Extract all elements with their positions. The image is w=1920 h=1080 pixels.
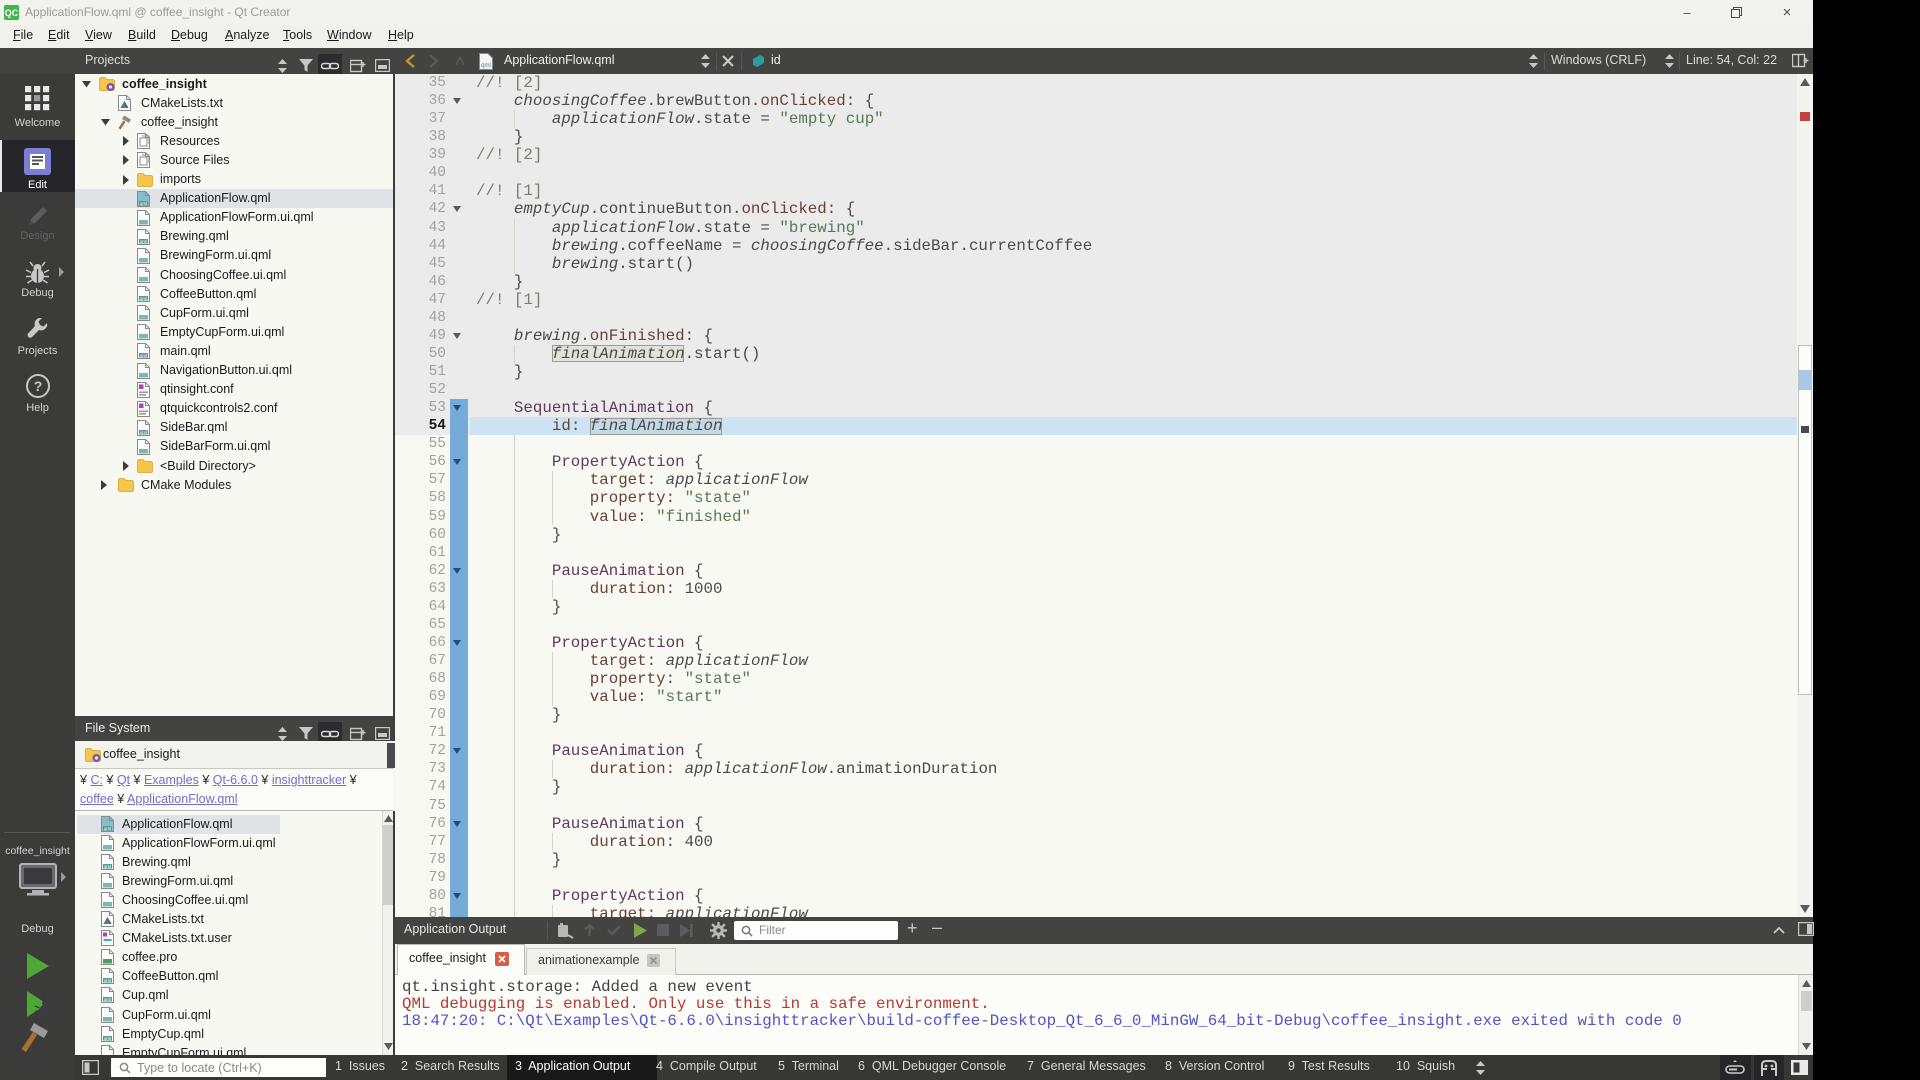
svg-text:qml: qml (104, 997, 111, 1002)
svg-text:qml: qml (104, 978, 111, 983)
svg-text:qml: qml (140, 239, 147, 244)
svg-text:?: ? (34, 378, 43, 394)
svg-text:qml: qml (104, 864, 111, 869)
svg-text:qml: qml (481, 63, 491, 69)
svg-text:qml: qml (140, 296, 147, 301)
svg-text:qml: qml (140, 430, 147, 435)
svg-text:qml: qml (104, 1036, 111, 1041)
svg-text:qml: qml (140, 353, 147, 358)
svg-text:QC: QC (5, 8, 19, 18)
svg-text:qml: qml (140, 201, 147, 206)
svg-text:qml: qml (104, 826, 111, 831)
